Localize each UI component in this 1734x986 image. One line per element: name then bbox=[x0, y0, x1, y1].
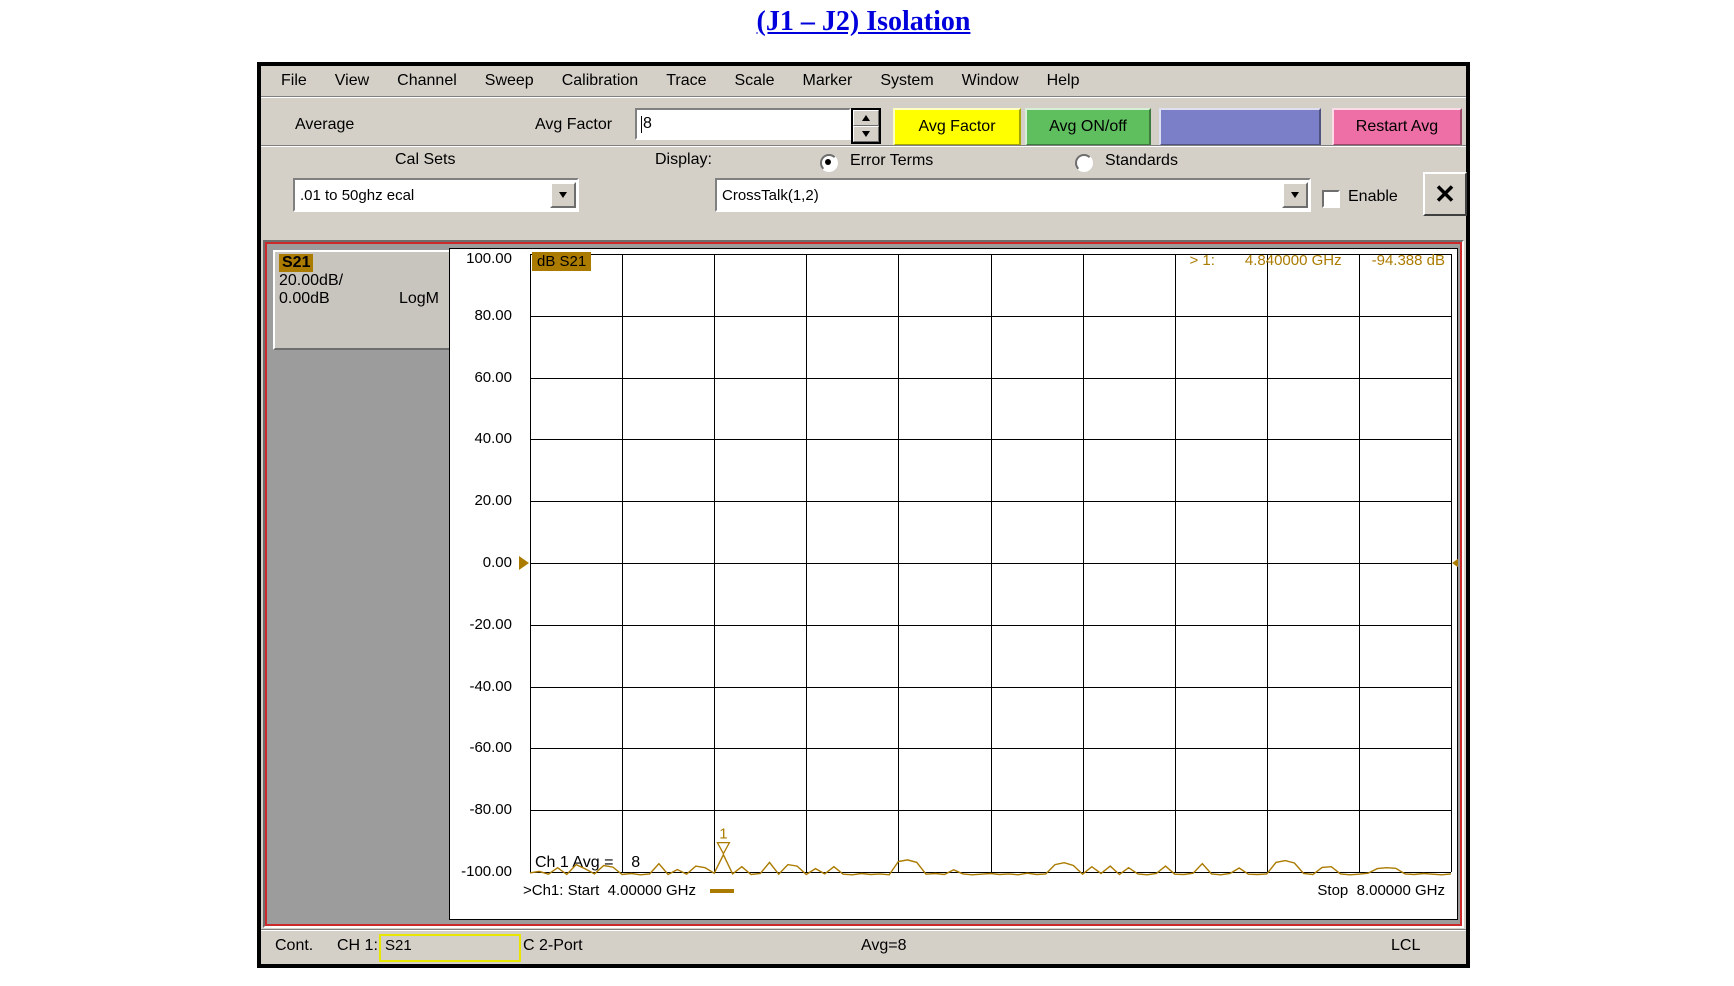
menu-item-trace[interactable]: Trace bbox=[652, 72, 720, 90]
menu-item-scale[interactable]: Scale bbox=[721, 72, 789, 90]
spinner-up-button[interactable] bbox=[853, 110, 879, 126]
menu-item-system[interactable]: System bbox=[866, 72, 947, 90]
avg-factor-stepper bbox=[851, 108, 881, 144]
menu-item-channel[interactable]: Channel bbox=[383, 72, 471, 90]
menu-item-sweep[interactable]: Sweep bbox=[471, 72, 548, 90]
display-label: Display: bbox=[655, 151, 712, 169]
blank-button[interactable] bbox=[1159, 108, 1321, 146]
status-channel: CH 1: bbox=[337, 937, 378, 955]
error-terms-radio-label: Error Terms bbox=[850, 152, 933, 170]
avg-factor-input[interactable]: 8 bbox=[635, 108, 851, 140]
display-red-frame: S21 20.00dB/ 0.00dB LogM 100.0080.0060.0… bbox=[265, 242, 1462, 926]
enable-checkbox[interactable] bbox=[1322, 190, 1340, 208]
avg-onoff-button[interactable]: Avg ON/off bbox=[1025, 108, 1151, 146]
trace-status-box[interactable]: S21 20.00dB/ 0.00dB LogM bbox=[273, 250, 451, 350]
status-avg: Avg=8 bbox=[861, 937, 907, 955]
plot-border bbox=[450, 249, 1458, 920]
status-trace-box[interactable]: S21 bbox=[379, 934, 521, 962]
status-cal: C 2-Port bbox=[523, 937, 583, 955]
plot-area: 100.0080.0060.0040.0020.000.00-20.00-40.… bbox=[449, 248, 1458, 920]
menu-item-help[interactable]: Help bbox=[1033, 72, 1094, 90]
standards-radio-label: Standards bbox=[1105, 152, 1178, 170]
marker-number: > 1: bbox=[1189, 252, 1214, 269]
cal-sets-panel: Cal Sets Display: Error Terms Standards … bbox=[261, 145, 1466, 227]
start-freq-text: >Ch1: Start 4.00000 GHz bbox=[523, 882, 696, 899]
cal-sets-dropdown[interactable]: .01 to 50ghz ecal bbox=[293, 178, 579, 212]
marker-freq: 4.840000 GHz bbox=[1245, 252, 1342, 269]
page-title: (J1 – J2) Isolation bbox=[257, 6, 1470, 38]
marker-readout: > 1: 4.840000 GHz -94.388 dB bbox=[1189, 252, 1445, 269]
spinner-down-button[interactable] bbox=[853, 126, 879, 142]
marker-id-label: 1 bbox=[719, 826, 727, 843]
menu-bar: FileViewChannelSweepCalibrationTraceScal… bbox=[261, 66, 1466, 97]
trace-scale: 20.00dB/ bbox=[279, 272, 445, 290]
enable-label: Enable bbox=[1348, 188, 1398, 206]
text-cursor bbox=[641, 116, 642, 133]
cal-sets-label: Cal Sets bbox=[395, 151, 455, 169]
status-cont: Cont. bbox=[275, 937, 313, 955]
menu-item-calibration[interactable]: Calibration bbox=[548, 72, 652, 90]
trace-legend-dash-icon bbox=[710, 889, 734, 893]
reference-level-left-icon bbox=[519, 556, 529, 570]
arrow-down-icon bbox=[862, 131, 870, 137]
display-dropdown[interactable]: CrossTalk(1,2) bbox=[715, 178, 1311, 212]
avg-factor-label: Avg Factor bbox=[535, 116, 612, 134]
chevron-down-icon bbox=[559, 192, 567, 198]
menu-item-view[interactable]: View bbox=[321, 72, 383, 90]
menu-item-marker[interactable]: Marker bbox=[789, 72, 867, 90]
menu-item-file[interactable]: File bbox=[267, 72, 321, 90]
s21-trace bbox=[530, 855, 1451, 875]
corner-trace-label: dB S21 bbox=[532, 252, 591, 271]
display-value: CrossTalk(1,2) bbox=[717, 187, 1282, 204]
menu-item-window[interactable]: Window bbox=[948, 72, 1033, 90]
display-area: S21 20.00dB/ 0.00dB LogM 100.0080.0060.0… bbox=[263, 240, 1464, 928]
toolbar-average-label: Average bbox=[295, 116, 354, 134]
dropdown-arrow-icon[interactable] bbox=[550, 182, 576, 208]
trace-ref: 0.00dB bbox=[279, 290, 330, 308]
status-bar: Cont. CH 1: S21 C 2-Port Avg=8 LCL bbox=[261, 929, 1466, 964]
dropdown-arrow-icon[interactable] bbox=[1282, 182, 1308, 208]
app-window: FileViewChannelSweepCalibrationTraceScal… bbox=[257, 62, 1470, 968]
trace-name-badge[interactable]: S21 bbox=[279, 254, 313, 272]
arrow-up-icon bbox=[862, 115, 870, 121]
cal-set-value: .01 to 50ghz ecal bbox=[295, 187, 550, 204]
stop-freq-text: Stop 8.00000 GHz bbox=[1317, 882, 1445, 899]
plot-svg: 1 bbox=[449, 248, 1458, 920]
close-button[interactable]: ✕ bbox=[1423, 172, 1467, 216]
avg-factor-value: 8 bbox=[643, 115, 652, 133]
restart-avg-button[interactable]: Restart Avg bbox=[1332, 108, 1462, 146]
error-terms-radio[interactable] bbox=[820, 154, 838, 172]
close-icon: ✕ bbox=[1434, 181, 1456, 207]
marker-symbol[interactable] bbox=[717, 843, 729, 854]
marker-value: -94.388 dB bbox=[1372, 252, 1445, 269]
start-freq-label: >Ch1: Start 4.00000 GHz bbox=[523, 882, 734, 899]
status-lcl: LCL bbox=[1391, 937, 1420, 955]
chevron-down-icon bbox=[1291, 192, 1299, 198]
avg-factor-button[interactable]: Avg Factor bbox=[893, 108, 1021, 146]
radio-selected-dot bbox=[825, 159, 831, 165]
stop-freq-label: Stop 8.00000 GHz bbox=[1317, 882, 1445, 899]
standards-radio[interactable] bbox=[1075, 154, 1093, 172]
trace-format: LogM bbox=[399, 290, 439, 308]
trace-status-panel: S21 20.00dB/ 0.00dB LogM bbox=[271, 248, 445, 920]
